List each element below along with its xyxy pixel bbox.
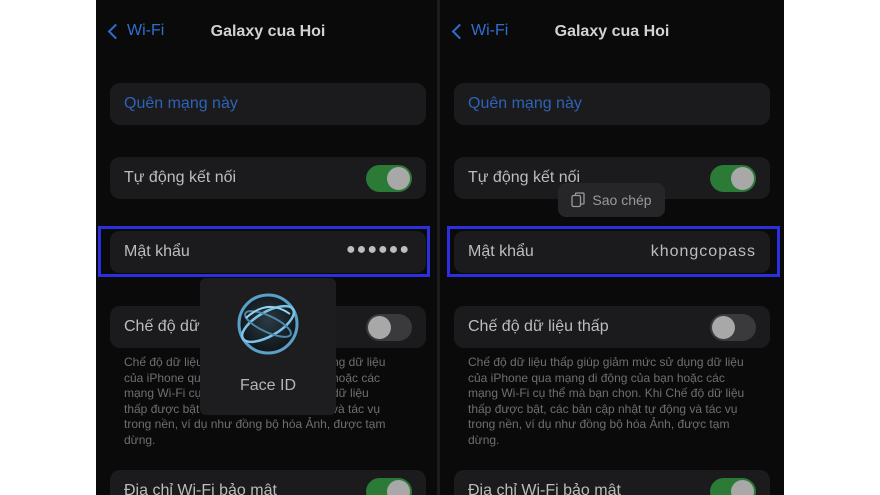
footer-line: ng dữ liệu bbox=[332, 355, 386, 369]
settings-panel-left: Wi-Fi Galaxy cua Hoi Quên mạng này Tự độ… bbox=[96, 0, 440, 495]
footer-line: trong nền, ví dụ như đồng bộ hóa Ảnh, đư… bbox=[468, 417, 730, 431]
toggle-knob bbox=[368, 316, 391, 339]
page-title: Galaxy cua Hoi bbox=[210, 23, 326, 40]
footer-line: dừng. bbox=[124, 432, 156, 447]
private-address-toggle[interactable] bbox=[366, 478, 412, 495]
toggle-knob bbox=[731, 167, 754, 190]
copy-label: Sao chép bbox=[592, 192, 652, 208]
footer-line: và tác vụ bbox=[332, 401, 381, 416]
footer-line: trong nền, ví dụ như đồng bộ hóa Ảnh, đư… bbox=[124, 417, 386, 431]
nav-bar: Wi-Fi Galaxy cua Hoi bbox=[96, 18, 440, 46]
page-title: Galaxy cua Hoi bbox=[554, 23, 670, 40]
face-id-label: Face ID bbox=[239, 377, 296, 394]
low-data-row: Chế độ dữ liệu thấp bbox=[454, 306, 770, 348]
auto-join-row: Tự động kết nối bbox=[110, 157, 426, 199]
low-data-label: Chế độ dữ li bbox=[124, 318, 212, 335]
footer-line: Chế độ dữ liệu thấp giúp giảm mức sử dụn… bbox=[468, 355, 744, 369]
low-data-description-right: ng dữ liệu hoặc các dữ liệu và tác vụ bbox=[332, 355, 422, 417]
footer-line: dữ liệu bbox=[332, 386, 369, 400]
forget-network-label: Quên mạng này bbox=[124, 95, 238, 112]
low-data-label: Chế độ dữ liệu thấp bbox=[468, 318, 609, 335]
footer-line: hoặc các bbox=[332, 370, 381, 385]
copy-button[interactable]: Sao chép bbox=[558, 183, 665, 217]
toggle-knob bbox=[387, 480, 410, 495]
nav-bar: Wi-Fi Galaxy cua Hoi bbox=[440, 18, 784, 46]
private-address-row: Địa chỉ Wi-Fi bảo mật bbox=[454, 470, 770, 495]
auto-join-toggle[interactable] bbox=[366, 165, 412, 192]
toggle-knob bbox=[731, 480, 754, 495]
face-id-overlay: Face ID bbox=[200, 278, 336, 415]
private-address-row: Địa chỉ Wi-Fi bảo mật bbox=[110, 470, 426, 495]
footer-line: mạng Wi-Fi cụ thể mà bạn chọn. Khi Chế đ… bbox=[468, 386, 745, 400]
highlight-box bbox=[98, 226, 430, 277]
copy-icon bbox=[571, 192, 586, 208]
auto-join-toggle[interactable] bbox=[710, 165, 756, 192]
forget-network-button[interactable]: Quên mạng này bbox=[454, 83, 770, 125]
toggle-knob bbox=[712, 316, 735, 339]
footer-line: của iPhone qua mạng di động của bạn hoặc… bbox=[468, 370, 725, 385]
private-address-toggle[interactable] bbox=[710, 478, 756, 495]
low-data-description: Chế độ dữ liệu thấp giúp giảm mức sử dụn… bbox=[468, 355, 758, 448]
forget-network-button[interactable]: Quên mạng này bbox=[110, 83, 426, 125]
forget-network-label: Quên mạng này bbox=[468, 95, 582, 112]
settings-panel-right: Wi-Fi Galaxy cua Hoi Quên mạng này Tự độ… bbox=[440, 0, 784, 495]
footer-line: thấp được bật, các bản cập nhật tự động … bbox=[468, 401, 738, 416]
highlight-box bbox=[447, 226, 780, 277]
face-id-icon bbox=[237, 293, 299, 355]
footer-line: dừng. bbox=[468, 432, 500, 447]
toggle-knob bbox=[387, 167, 410, 190]
auto-join-label: Tự động kết nối bbox=[124, 169, 237, 186]
private-address-label: Địa chỉ Wi-Fi bảo mật bbox=[124, 482, 277, 495]
low-data-toggle[interactable] bbox=[366, 314, 412, 341]
low-data-toggle[interactable] bbox=[710, 314, 756, 341]
private-address-label: Địa chỉ Wi-Fi bảo mật bbox=[468, 482, 621, 495]
